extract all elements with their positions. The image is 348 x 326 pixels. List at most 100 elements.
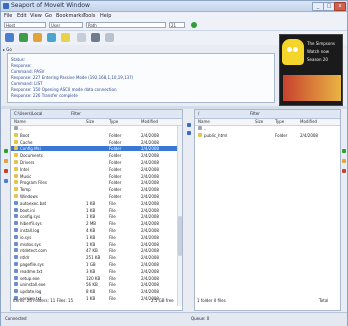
menu-bookmarks[interactable]: Bookmarks bbox=[56, 13, 84, 19]
delete-icon[interactable] bbox=[342, 169, 346, 173]
col-type[interactable]: Type bbox=[109, 119, 118, 125]
table-row[interactable]: Intel Folder 2/4/2008 bbox=[11, 166, 182, 172]
table-row[interactable]: io.sys 1 KB File 2/4/2008 bbox=[11, 234, 182, 240]
eye bbox=[293, 47, 298, 52]
table-row[interactable]: Config.Msi Folder 2/4/2008 bbox=[11, 146, 182, 152]
table-row[interactable]: Documents Folder 2/4/2008 bbox=[11, 153, 182, 158]
settings-icon[interactable] bbox=[77, 33, 86, 42]
user-field[interactable]: User bbox=[49, 22, 83, 28]
col-modified[interactable]: Modified bbox=[141, 119, 158, 125]
menu-bar: File Edit View Go Bookmarks Tools Help bbox=[1, 12, 347, 20]
table-row[interactable]: msdos.sys 1 KB File 2/4/2008 bbox=[11, 241, 182, 247]
table-row[interactable]: Temp Folder 2/4/2008 bbox=[11, 187, 182, 192]
table-row[interactable]: .. bbox=[195, 126, 340, 131]
table-row[interactable]: config.sys 1 KB File 2/4/2008 bbox=[11, 214, 182, 219]
col-size[interactable]: Size bbox=[86, 119, 94, 125]
table-row[interactable]: install.log 4 KB File 2/4/2008 bbox=[11, 228, 182, 233]
cell-type: Folder bbox=[109, 160, 122, 165]
refresh-icon[interactable] bbox=[19, 33, 28, 42]
cell-type: Folder bbox=[109, 153, 122, 159]
go-label: ▸ Go bbox=[3, 47, 12, 52]
table-row[interactable]: Cache Folder 2/4/2008 bbox=[11, 139, 182, 145]
close-button[interactable]: x bbox=[334, 2, 346, 11]
download-arrow-icon[interactable] bbox=[187, 131, 191, 135]
connect-icon[interactable] bbox=[5, 33, 14, 42]
cell-date: 2/4/2008 bbox=[141, 187, 159, 193]
remote-footer-right: Total bbox=[319, 298, 329, 303]
remote-filter[interactable]: Filter bbox=[250, 111, 260, 117]
col-type[interactable]: Type bbox=[275, 119, 284, 125]
cell-date: 2/4/2008 bbox=[141, 221, 159, 227]
scroll-thumb[interactable] bbox=[178, 216, 182, 256]
cell-name: Boot bbox=[20, 132, 30, 138]
table-row[interactable]: readme.txt 3 KB File 2/4/2008 bbox=[11, 268, 182, 274]
col-name[interactable]: Name bbox=[14, 119, 26, 125]
download-icon[interactable] bbox=[33, 33, 42, 42]
ad-banner[interactable]: The Simpsons Watch now Season 20 bbox=[279, 34, 343, 106]
add-icon[interactable] bbox=[342, 149, 346, 153]
table-row[interactable]: hiberfil.sys 2 MB File 2/4/2008 bbox=[11, 221, 182, 226]
table-row[interactable]: Drivers Folder 2/4/2008 bbox=[11, 160, 182, 165]
table-row[interactable]: .. bbox=[11, 126, 182, 131]
table-row[interactable]: update.log 8 KB File 2/4/2008 bbox=[11, 289, 182, 294]
upload-arrow-icon[interactable] bbox=[187, 123, 191, 127]
table-row[interactable]: ntldr 251 KB File 2/4/2008 bbox=[11, 255, 182, 260]
rename-icon[interactable] bbox=[4, 179, 8, 183]
table-row[interactable]: pagefile.sys 1 GB File 2/4/2008 bbox=[11, 262, 182, 267]
edit-icon[interactable] bbox=[342, 159, 346, 163]
col-size[interactable]: Size bbox=[255, 119, 263, 125]
status-bar: Connected Queue: 0 bbox=[1, 312, 347, 326]
col-modified[interactable]: Modified bbox=[300, 119, 317, 125]
log-icon[interactable] bbox=[91, 33, 100, 42]
cell-type: Folder bbox=[109, 166, 122, 172]
cell-name: ntdetect.com bbox=[20, 248, 47, 254]
cell-type: Folder bbox=[109, 187, 122, 193]
table-row[interactable]: Windows Folder 2/4/2008 bbox=[11, 194, 182, 199]
path-field[interactable]: Path bbox=[86, 22, 166, 28]
cell-date: 2/4/2008 bbox=[141, 268, 159, 274]
edit-icon[interactable] bbox=[4, 159, 8, 163]
table-row[interactable]: Program Files Folder 2/4/2008 bbox=[11, 180, 182, 185]
table-row[interactable]: Music Folder 2/4/2008 bbox=[11, 173, 182, 179]
table-row[interactable]: public_html Folder 2/4/2008 bbox=[195, 132, 340, 138]
title-bar[interactable]: Seaport of MoveIt Window _ □ x bbox=[1, 1, 347, 12]
local-filter[interactable]: Filter bbox=[71, 111, 81, 117]
delete-icon[interactable] bbox=[4, 169, 8, 173]
menu-go[interactable]: Go bbox=[45, 13, 52, 19]
table-row[interactable]: setup.exe 120 KB File 2/4/2008 bbox=[11, 275, 182, 281]
disconnect-icon[interactable] bbox=[105, 33, 114, 42]
file-icon bbox=[14, 268, 18, 273]
cell-date: 2/4/2008 bbox=[141, 241, 159, 247]
cell-size: 120 KB bbox=[86, 275, 101, 281]
menu-edit[interactable]: Edit bbox=[17, 13, 27, 19]
local-scrollbar[interactable] bbox=[177, 126, 182, 306]
local-path[interactable]: C:\Users\Local bbox=[14, 111, 42, 117]
table-row[interactable]: ntdetect.com 47 KB File 2/4/2008 bbox=[11, 248, 182, 253]
menu-help[interactable]: Help bbox=[100, 13, 111, 19]
table-row[interactable]: boot.ini 1 KB File 2/4/2008 bbox=[11, 207, 182, 213]
log-line: Response: 227 Entering Passive Mode (192… bbox=[11, 75, 134, 80]
port-field[interactable]: 21 bbox=[169, 22, 185, 28]
remote-path[interactable]: / bbox=[198, 111, 199, 117]
table-row[interactable]: autoexec.bat 1 KB File 2/4/2008 bbox=[11, 200, 182, 206]
cell-type: File bbox=[109, 234, 116, 240]
upload-icon[interactable] bbox=[47, 33, 56, 42]
col-name[interactable]: Name bbox=[198, 119, 210, 125]
cell-name: Program Files bbox=[20, 180, 47, 186]
cell-name: install.log bbox=[20, 228, 40, 233]
folder-icon[interactable] bbox=[61, 33, 70, 42]
connect-icon[interactable] bbox=[191, 22, 197, 28]
table-row[interactable]: Boot Folder 2/4/2008 bbox=[11, 132, 182, 138]
menu-tools[interactable]: Tools bbox=[83, 13, 95, 19]
folder-icon bbox=[14, 180, 18, 185]
host-field[interactable]: Host bbox=[4, 22, 46, 28]
go-button[interactable]: ▸ Go bbox=[3, 46, 23, 53]
add-icon[interactable] bbox=[4, 149, 8, 153]
menu-view[interactable]: View bbox=[30, 13, 42, 19]
eye bbox=[287, 47, 292, 52]
cell-name: boot.ini bbox=[20, 207, 36, 213]
menu-file[interactable]: File bbox=[4, 13, 12, 19]
banner-line2: Watch now bbox=[307, 49, 329, 54]
table-row[interactable]: uninstall.exe 56 KB File 2/4/2008 bbox=[11, 282, 182, 287]
cell-date: 2/4/2008 bbox=[141, 282, 159, 288]
